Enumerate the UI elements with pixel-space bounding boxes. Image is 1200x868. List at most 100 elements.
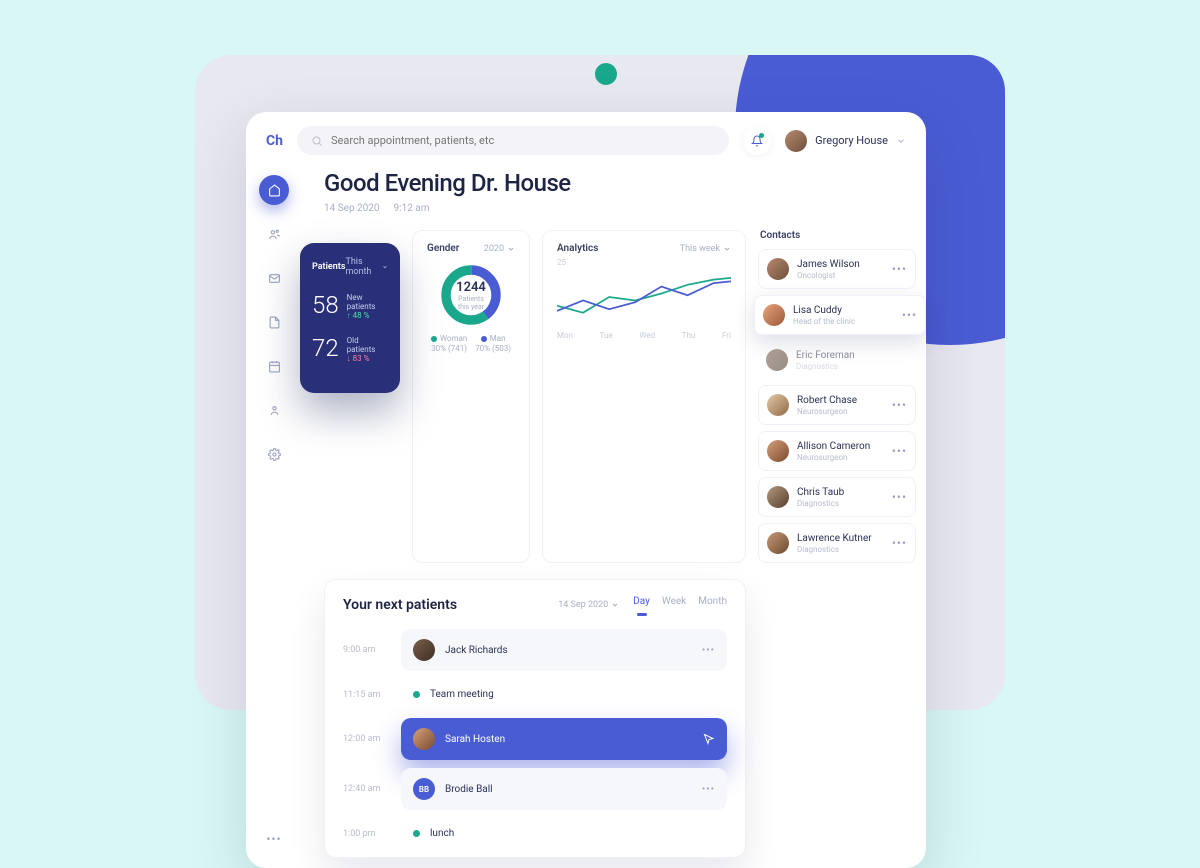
avatar	[767, 258, 789, 280]
more-icon[interactable]: •••	[892, 398, 907, 412]
more-icon[interactable]: •••	[892, 444, 907, 458]
nav-settings[interactable]	[259, 439, 289, 469]
more-icon[interactable]: •••	[892, 262, 907, 276]
users-icon	[268, 228, 281, 241]
schedule-slot: 12:40 am BB Brodie Ball •••	[343, 764, 727, 814]
more-icon[interactable]: •••	[702, 645, 715, 656]
patients-title: Patients	[312, 262, 345, 272]
page-title: Good Evening Dr. House	[324, 169, 916, 197]
nav-home[interactable]	[259, 175, 289, 205]
appointment[interactable]: Sarah Hosten	[401, 718, 727, 760]
search-icon	[311, 135, 323, 147]
nav-patients[interactable]	[259, 219, 289, 249]
nav-mail[interactable]	[259, 263, 289, 293]
gender-legend: Woman30% (741) Man70% (503)	[427, 334, 515, 353]
gender-range[interactable]: 2020	[484, 244, 515, 254]
logo[interactable]: Ch	[266, 133, 283, 149]
schedule-slot: 9:00 am Jack Richards •••	[343, 625, 727, 675]
schedule-date-picker[interactable]: 14 Sep 2020	[558, 600, 619, 610]
person-icon	[268, 404, 281, 417]
page-date: 14 Sep 2020	[324, 203, 380, 214]
schedule-tabs: Day Week Month	[633, 596, 727, 613]
chevron-down-icon	[896, 136, 906, 146]
avatar	[766, 349, 788, 371]
contact-item[interactable]: James WilsonOncologist •••	[758, 249, 916, 289]
notification-dot	[759, 133, 764, 138]
stat-delta-down: ↓ 83 %	[347, 354, 388, 363]
analytics-x-labels: Mon Tue Wed Thu Fri	[557, 331, 731, 340]
event-dot	[413, 691, 420, 698]
avatar	[767, 486, 789, 508]
more-icon[interactable]: •••	[892, 490, 907, 504]
gender-title: Gender	[427, 243, 459, 254]
schedule-slot: 12:00 am Sarah Hosten	[343, 714, 727, 764]
patients-card: Patients This month 58 New patients ↑ 48…	[300, 243, 400, 393]
schedule-title: Your next patients	[343, 597, 457, 613]
chevron-down-icon	[382, 263, 388, 271]
analytics-chart	[557, 267, 731, 327]
topbar: Ch Gregory House	[246, 112, 926, 169]
tab-month[interactable]: Month	[698, 596, 727, 613]
search-field[interactable]	[297, 126, 729, 155]
gender-total: 1244	[456, 280, 486, 295]
mail-icon	[268, 272, 281, 285]
event-dot	[413, 830, 420, 837]
schedule-slots: 9:00 am Jack Richards ••• 11:15 am	[343, 625, 727, 853]
notifications-button[interactable]	[743, 127, 771, 155]
contacts-title: Contacts	[758, 230, 916, 249]
stat-old-value: 72	[312, 336, 339, 360]
page-time: 9:12 am	[394, 203, 430, 214]
nav-more[interactable]: •••	[259, 824, 289, 854]
contact-item[interactable]: Lawrence KutnerDiagnostics •••	[758, 523, 916, 563]
chevron-down-icon	[611, 601, 619, 609]
contact-item[interactable]: Robert ChaseNeurosurgeon •••	[758, 385, 916, 425]
search-input[interactable]	[331, 134, 715, 147]
nav-calendar[interactable]	[259, 351, 289, 381]
appointment[interactable]: BB Brodie Ball •••	[401, 768, 727, 810]
gender-donut: 1244 Patients this year	[438, 262, 504, 328]
avatar	[767, 394, 789, 416]
calendar-icon	[268, 360, 281, 373]
avatar	[767, 532, 789, 554]
tab-day[interactable]: Day	[633, 596, 650, 613]
schedule-slot: 1:00 pm lunch	[343, 814, 727, 853]
analytics-range[interactable]: This week	[680, 244, 731, 254]
event[interactable]: lunch	[401, 818, 727, 849]
avatar	[413, 728, 435, 750]
cursor-icon	[703, 733, 715, 745]
stats-row: Gender 2020 1244 Patients this year	[324, 230, 916, 563]
event[interactable]: Team meeting	[401, 679, 727, 710]
analytics-title: Analytics	[557, 243, 598, 254]
page-meta: 14 Sep 2020 9:12 am	[324, 203, 916, 214]
nav-documents[interactable]	[259, 307, 289, 337]
contact-item[interactable]: Allison CameronNeurosurgeon •••	[758, 431, 916, 471]
gender-card: Gender 2020 1244 Patients this year	[412, 230, 530, 563]
avatar	[413, 639, 435, 661]
nav-staff[interactable]	[259, 395, 289, 425]
analytics-y-top: 25	[557, 258, 731, 267]
appointment[interactable]: Jack Richards •••	[401, 629, 727, 671]
avatar: BB	[413, 778, 435, 800]
avatar	[767, 440, 789, 462]
contact-item[interactable]: Lisa CuddyHead of the clinic •••	[754, 295, 926, 335]
user-name: Gregory House	[815, 134, 888, 147]
schedule-card: Your next patients 14 Sep 2020 Day Week …	[324, 579, 746, 858]
sidebar: •••	[246, 169, 302, 868]
more-icon: •••	[266, 832, 281, 846]
file-icon	[268, 316, 281, 329]
tab-week[interactable]: Week	[662, 596, 686, 613]
stat-new-value: 58	[312, 293, 339, 317]
bg-dot-teal	[595, 63, 617, 85]
contact-item[interactable]: Chris TaubDiagnostics •••	[758, 477, 916, 517]
app-window: Ch Gregory House ••• Good E	[246, 112, 926, 868]
home-icon	[268, 184, 281, 197]
gear-icon	[268, 448, 281, 461]
more-icon[interactable]: •••	[902, 308, 917, 322]
contact-item[interactable]: Eric ForemanDiagnostics	[758, 341, 916, 379]
avatar	[785, 130, 807, 152]
schedule-slot: 11:15 am Team meeting	[343, 675, 727, 714]
more-icon[interactable]: •••	[892, 536, 907, 550]
more-icon[interactable]: •••	[702, 784, 715, 795]
user-menu[interactable]: Gregory House	[785, 130, 906, 152]
patients-range[interactable]: This month	[345, 257, 388, 277]
